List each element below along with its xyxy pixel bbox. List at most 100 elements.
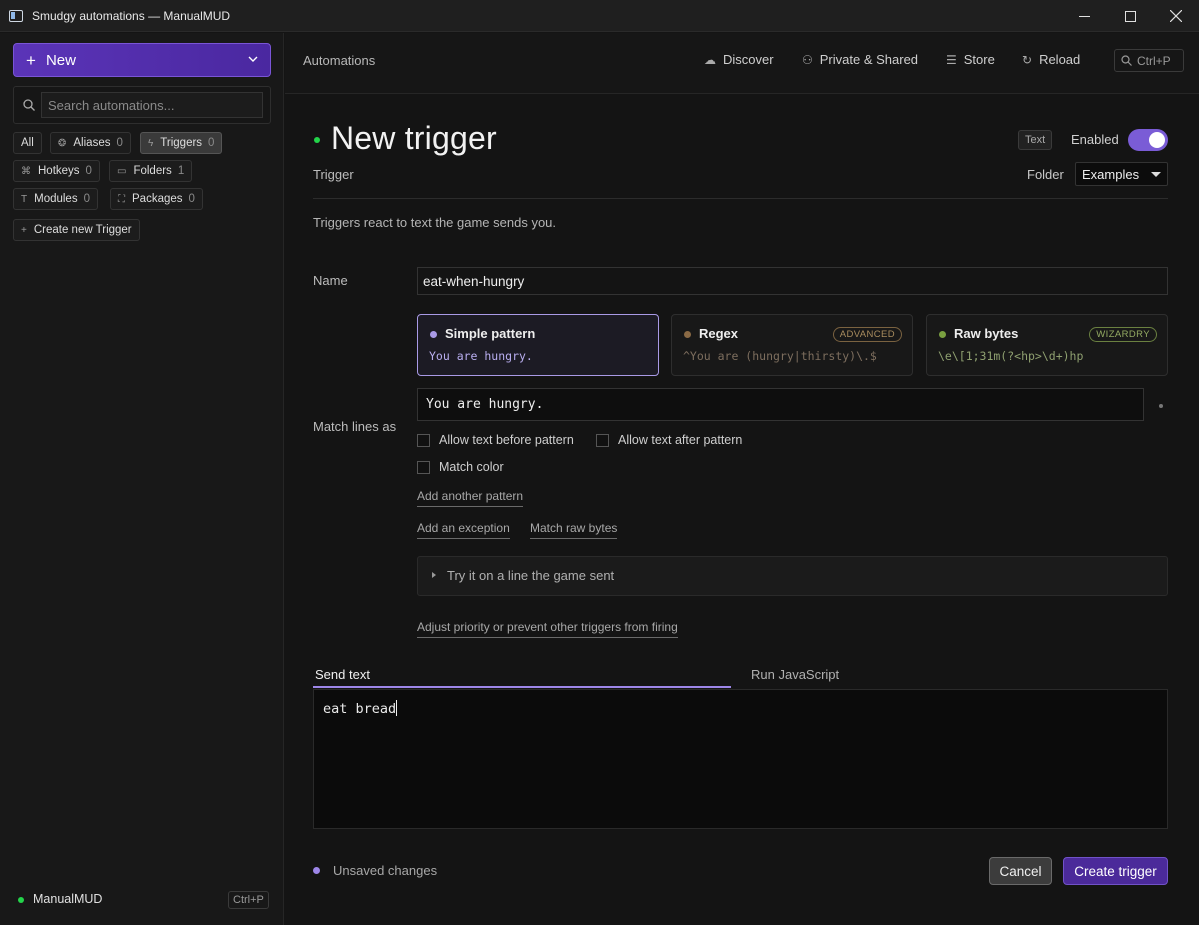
sidebar-footer: ManualMUD Ctrl+P: [0, 889, 284, 911]
window-controls: [1061, 0, 1199, 32]
try-it-label: Try it on a line the game sent: [447, 568, 615, 583]
status-dot: [314, 137, 320, 143]
filter-count: 0: [85, 165, 92, 177]
name-input[interactable]: [417, 267, 1168, 295]
tab-send-text[interactable]: Send text: [315, 667, 370, 682]
pattern-dot: [430, 331, 437, 338]
filter-count: 0: [208, 137, 215, 149]
checkbox-label: Allow text before pattern: [439, 433, 574, 447]
pattern-type-raw-bytes[interactable]: Raw bytes WIZARDRY \e\[1;31m(?<hp>\d+)hp: [926, 314, 1168, 376]
match-color-checkbox[interactable]: [417, 460, 430, 474]
match-raw-bytes-link[interactable]: Match raw bytes: [530, 521, 618, 539]
filter-label: Triggers: [160, 137, 203, 149]
mud-name[interactable]: ManualMUD: [33, 892, 102, 906]
tab-run-javascript[interactable]: Run JavaScript: [751, 667, 839, 682]
cancel-label: Cancel: [999, 863, 1042, 879]
add-pattern-link[interactable]: Add another pattern: [417, 489, 524, 507]
folder-select[interactable]: Examples: [1075, 162, 1168, 186]
description: Triggers react to text the game sends yo…: [313, 215, 557, 230]
page-title: New trigger: [331, 120, 497, 156]
folder-label: Folder: [1027, 167, 1064, 182]
filter-triggers[interactable]: ϟ Triggers 0: [140, 132, 223, 154]
create-trigger-button[interactable]: Create trigger: [1063, 857, 1168, 885]
folder-icon: ▭: [117, 165, 127, 177]
hotkey-icon: ⌘: [21, 165, 31, 177]
enabled-toggle[interactable]: [1128, 129, 1168, 151]
pattern-input[interactable]: You are hungry.: [417, 388, 1144, 421]
nav-reload[interactable]: ↻ Reload: [1022, 52, 1080, 67]
trigger-bolt-icon: ϟ: [148, 137, 154, 149]
alias-icon: ❂: [58, 137, 67, 149]
pattern-title: Regex: [699, 326, 739, 341]
type-badge: Text: [1018, 130, 1053, 150]
pattern-type-regex[interactable]: Regex ADVANCED ^You are (hungry|thirsty)…: [671, 314, 913, 376]
search-input[interactable]: [41, 92, 263, 118]
nav-label: Private & Shared: [819, 52, 919, 67]
filter-folders[interactable]: ▭ Folders 1: [109, 160, 193, 182]
match-lines-label: Match lines as: [313, 419, 397, 434]
filter-hotkeys[interactable]: ⌘ Hotkeys 0: [13, 160, 100, 182]
filter-modules[interactable]: T Modules 0: [13, 188, 98, 210]
send-text-editor[interactable]: eat bread: [313, 689, 1168, 829]
maximize-button[interactable]: [1107, 0, 1153, 32]
pattern-input-value: You are hungry.: [426, 397, 544, 412]
filter-label: Aliases: [73, 137, 111, 149]
try-it-panel[interactable]: Try it on a line the game sent: [417, 556, 1168, 596]
pattern-example: You are hungry.: [429, 349, 533, 363]
module-icon: T: [21, 193, 28, 205]
allow-before-option[interactable]: Allow text before pattern: [417, 433, 574, 447]
nav-store[interactable]: ☰ Store: [946, 52, 995, 67]
filter-all[interactable]: All: [13, 132, 42, 154]
pattern-example: ^You are (hungry|thirsty)\.$: [683, 349, 877, 363]
top-bar: Automations ☁ Discover ⚇ Private & Share…: [285, 33, 1199, 94]
pattern-title: Raw bytes: [954, 326, 1019, 341]
toggle-knob: [1149, 132, 1165, 148]
wizardry-badge: WIZARDRY: [1089, 327, 1157, 342]
reload-icon: ↻: [1022, 52, 1033, 67]
cancel-button[interactable]: Cancel: [989, 857, 1052, 885]
user-share-icon: ⚇: [802, 52, 813, 67]
nav-private-shared[interactable]: ⚇ Private & Shared: [802, 52, 918, 67]
cloud-icon: ☁: [704, 52, 716, 67]
allow-before-checkbox[interactable]: [417, 433, 430, 447]
sidebar: + New All ❂ Aliases 0 ϟ Triggers 0 ⌘ Hot…: [0, 33, 284, 925]
nav-discover[interactable]: ☁ Discover: [704, 52, 774, 67]
add-exception-link[interactable]: Add an exception: [417, 521, 510, 539]
send-text-content: eat bread: [323, 701, 397, 717]
search-icon: [1121, 55, 1132, 66]
create-new-trigger-button[interactable]: + Create new Trigger: [13, 219, 140, 241]
allow-after-option[interactable]: Allow text after pattern: [596, 433, 742, 447]
breadcrumb[interactable]: Automations: [303, 53, 375, 68]
filter-label: Packages: [132, 193, 183, 205]
pattern-example: \e\[1;31m(?<hp>\d+)hp: [938, 349, 1084, 363]
filter-aliases[interactable]: ❂ Aliases 0: [50, 132, 131, 154]
plus-icon: +: [26, 50, 36, 70]
caret-down-icon: [1151, 172, 1161, 177]
filter-label: All: [21, 137, 34, 149]
page-subtitle: Trigger: [313, 167, 354, 182]
new-button-label: New: [45, 51, 76, 69]
name-label: Name: [313, 273, 348, 288]
pattern-status-dot: [1159, 404, 1163, 408]
nav-label: Discover: [723, 52, 774, 67]
pattern-dot: [684, 331, 691, 338]
create-trigger-label: Create trigger: [1074, 863, 1157, 879]
title-bar: Smudgy automations — ManualMUD: [0, 0, 1199, 32]
new-button[interactable]: + New: [13, 43, 271, 77]
command-palette-button[interactable]: Ctrl+P: [1114, 49, 1184, 72]
filter-packages[interactable]: ⛶ Packages 0: [110, 188, 203, 210]
checkbox-label: Allow text after pattern: [618, 433, 743, 447]
chevron-down-icon[interactable]: [248, 54, 258, 64]
priority-link[interactable]: Adjust priority or prevent other trigger…: [417, 620, 678, 638]
minimize-button[interactable]: [1061, 0, 1107, 32]
search-box: [13, 86, 271, 124]
pattern-type-simple[interactable]: Simple pattern You are hungry.: [417, 314, 659, 376]
allow-after-checkbox[interactable]: [596, 433, 609, 447]
pattern-dot: [939, 331, 946, 338]
filter-count: 1: [177, 165, 185, 177]
filter-count: 0: [83, 193, 90, 205]
close-window-button[interactable]: [1153, 0, 1199, 32]
match-color-option[interactable]: Match color: [417, 460, 504, 474]
trigger-editor: New trigger Trigger Text Enabled Folder …: [285, 94, 1199, 925]
filter-label: Modules: [34, 193, 78, 205]
